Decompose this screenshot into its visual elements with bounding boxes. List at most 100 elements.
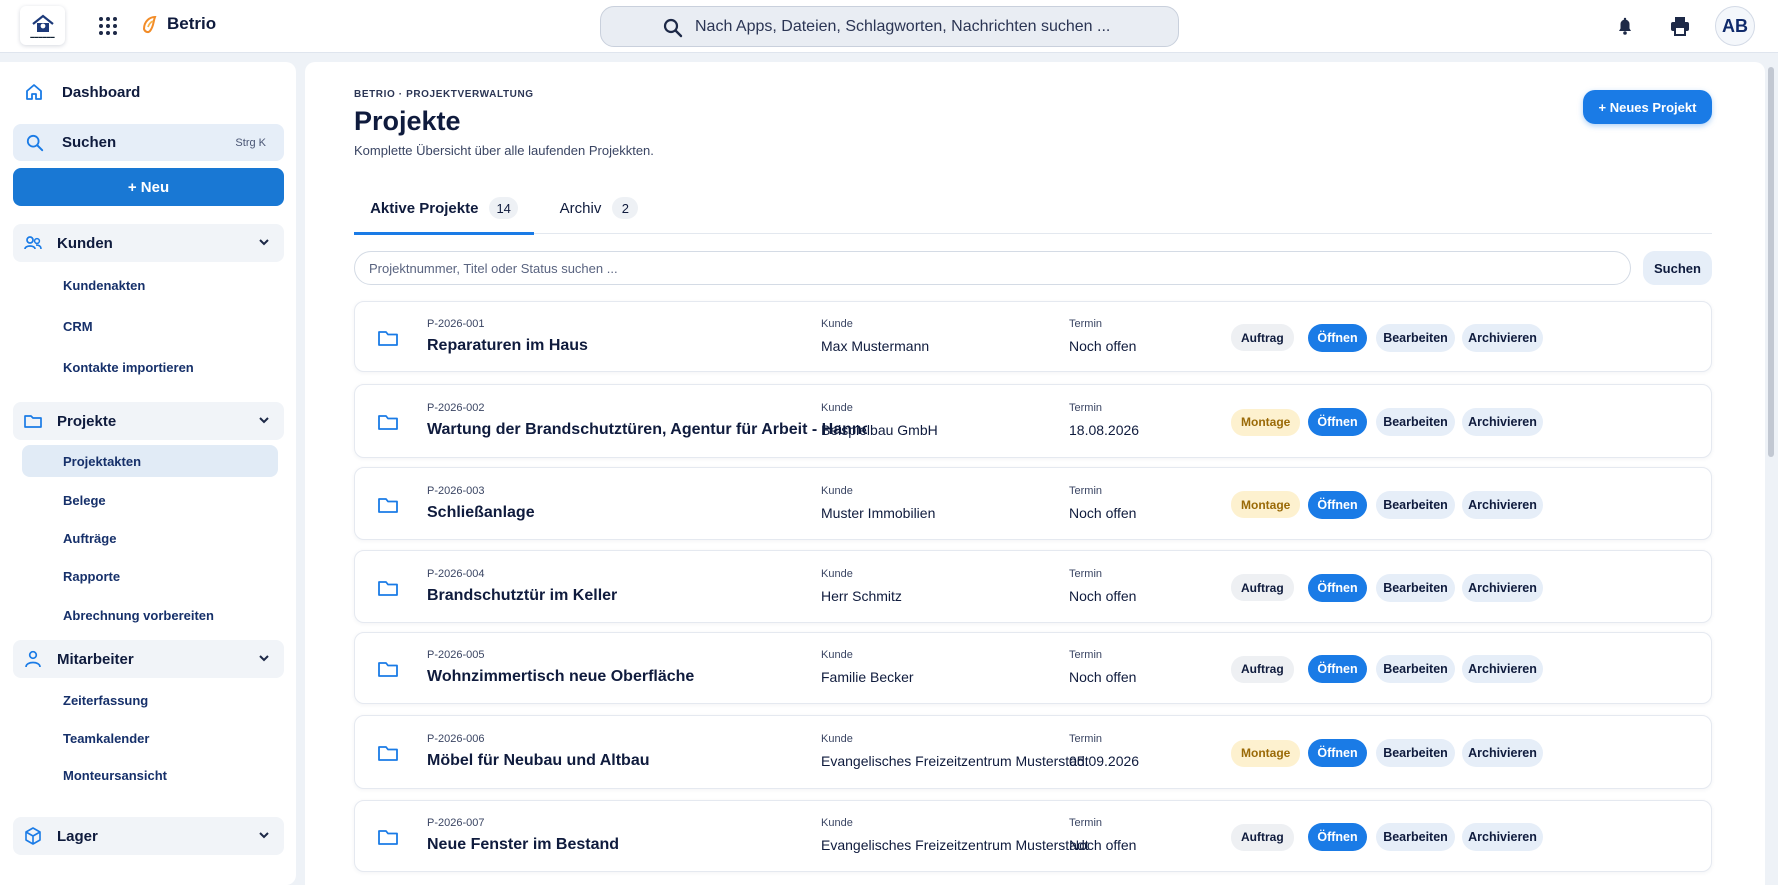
project-row[interactable]: P-2026-007 Neue Fenster im Bestand Kunde Ev…	[354, 800, 1712, 872]
open-button[interactable]: Öffnen	[1308, 655, 1367, 683]
customer-label: Kunde	[821, 733, 853, 745]
project-title: Brandschutztür im Keller	[427, 586, 618, 604]
project-title: Wohnzimmertisch neue Oberfläche	[427, 668, 695, 685]
new-project-button[interactable]: + Neues Projekt	[1583, 90, 1712, 124]
edit-button[interactable]: Bearbeiten	[1376, 739, 1455, 767]
project-row[interactable]: P-2026-005 Wohnzimmertisch neue Oberfläch…	[354, 632, 1712, 704]
customer-name: Herr Schmitz	[821, 587, 902, 604]
sidebar-item-abrechnung[interactable]: Abrechnung vorbereiten	[63, 608, 214, 623]
open-button[interactable]: Öffnen	[1308, 408, 1367, 436]
tab-count-badge: 2	[612, 197, 639, 219]
edit-button[interactable]: Bearbeiten	[1376, 408, 1455, 436]
search-icon	[26, 134, 44, 151]
sidebar-group-projekte[interactable]: Projekte	[13, 402, 284, 440]
sidebar-item-dashboard[interactable]: Dashboard	[24, 82, 140, 102]
users-icon	[24, 236, 42, 250]
sidebar-item-kundenakten[interactable]: Kundenakten	[63, 278, 145, 293]
edit-button[interactable]: Bearbeiten	[1376, 323, 1455, 352]
open-button[interactable]: Öffnen	[1308, 573, 1367, 602]
project-number: P-2026-007	[427, 817, 485, 829]
status-badge: Montage	[1231, 739, 1301, 767]
sidebar-item-belege[interactable]: Belege	[63, 493, 106, 508]
customer-label: Kunde	[821, 817, 853, 829]
customer-label: Kunde	[821, 317, 853, 330]
sidebar-item-rapporte[interactable]: Rapporte	[63, 569, 120, 584]
project-row[interactable]: P-2026-003 Schließanlage Kunde Muster Immob…	[354, 467, 1712, 540]
company-logo[interactable]: ▬▬▬▬▬▬	[20, 6, 65, 45]
customer-name: Beispielbau GmbH	[821, 422, 938, 438]
open-button[interactable]: Öffnen	[1308, 490, 1367, 519]
sidebar-item-auftraege[interactable]: Aufträge	[63, 531, 116, 546]
edit-button[interactable]: Bearbeiten	[1376, 655, 1455, 683]
folder-icon	[378, 662, 398, 677]
tab-count-badge: 14	[489, 197, 518, 219]
status-badge: Montage	[1231, 491, 1301, 518]
project-number: P-2026-001	[427, 317, 485, 330]
archive-button[interactable]: Archivieren	[1462, 323, 1543, 352]
house-logo-icon	[31, 14, 54, 32]
open-button[interactable]: Öffnen	[1308, 323, 1367, 352]
status-badge: Auftrag	[1231, 655, 1294, 683]
project-date: Noch offen	[1069, 669, 1137, 685]
status-badge: Montage	[1231, 408, 1301, 436]
scrollbar[interactable]	[1767, 62, 1775, 885]
archive-button[interactable]: Archivieren	[1462, 823, 1543, 851]
global-search-bar[interactable]: Nach Apps, Dateien, Schlagworten, Nachri…	[600, 6, 1179, 47]
project-row[interactable]: P-2026-006 Möbel für Neubau und Altbau Kun…	[354, 715, 1712, 789]
project-search-input[interactable]	[354, 251, 1631, 285]
sidebar-item-zeiterfassung[interactable]: Zeiterfassung	[63, 693, 148, 708]
user-avatar[interactable]: AB	[1715, 6, 1755, 46]
archive-button[interactable]: Archivieren	[1462, 490, 1543, 519]
sidebar-item-teamkalender[interactable]: Teamkalender	[63, 731, 149, 746]
project-search-button[interactable]: Suchen	[1643, 251, 1712, 285]
home-icon	[26, 84, 42, 100]
scrollbar-thumb[interactable]	[1768, 67, 1774, 457]
archive-button[interactable]: Archivieren	[1462, 408, 1543, 436]
printer-icon[interactable]	[1669, 15, 1691, 37]
new-button[interactable]: + Neu	[13, 168, 284, 206]
archive-button[interactable]: Archivieren	[1462, 739, 1543, 767]
sidebar-group-kunden[interactable]: Kunden	[13, 224, 284, 262]
chevron-down-icon	[259, 832, 269, 839]
edit-button[interactable]: Bearbeiten	[1376, 573, 1455, 602]
brand-logo-icon	[142, 15, 157, 34]
customer-name: Evangelisches Freizeitzentrum Musterstad…	[821, 837, 1089, 853]
open-button[interactable]: Öffnen	[1308, 823, 1367, 851]
tab-aktive-projekte[interactable]: Aktive Projekte 14	[354, 182, 534, 235]
archive-button[interactable]: Archivieren	[1462, 573, 1543, 602]
project-title: Möbel für Neubau und Altbau	[427, 752, 650, 769]
tab-archiv[interactable]: Archiv 2	[549, 182, 649, 234]
chevron-down-icon	[259, 417, 269, 424]
project-row[interactable]: P-2026-004 Brandschutztür im Keller Kunde H…	[354, 550, 1712, 623]
sidebar-item-monteursansicht[interactable]: Monteursansicht	[63, 768, 167, 783]
sidebar-item-kontakte-importieren[interactable]: Kontakte importieren	[63, 360, 194, 375]
bell-icon[interactable]	[1614, 15, 1636, 37]
sidebar: Dashboard Suchen Strg K + Neu Kunden Kun…	[0, 62, 296, 885]
sidebar-search-button[interactable]: Suchen Strg K	[13, 124, 284, 161]
sidebar-item-label: Dashboard	[62, 83, 141, 101]
edit-button[interactable]: Bearbeiten	[1376, 490, 1455, 519]
date-label: Termin	[1069, 567, 1103, 580]
edit-button[interactable]: Bearbeiten	[1376, 823, 1455, 851]
folder-icon	[378, 580, 398, 596]
sidebar-item-projektakten[interactable]: Projektakten	[63, 454, 141, 469]
date-label: Termin	[1069, 649, 1103, 661]
open-button[interactable]: Öffnen	[1308, 739, 1367, 767]
brand[interactable]: Betrio	[140, 14, 216, 34]
archive-button[interactable]: Archivieren	[1462, 655, 1543, 683]
apps-grid-icon[interactable]	[97, 15, 119, 37]
date-label: Termin	[1069, 317, 1103, 330]
project-row[interactable]: P-2026-002 Wartung der Brandschutztüren, …	[354, 384, 1712, 458]
avatar-initials: AB	[1722, 15, 1748, 36]
sidebar-item-crm[interactable]: CRM	[63, 319, 93, 334]
folder-icon	[378, 415, 398, 430]
project-title: Neue Fenster im Bestand	[427, 836, 620, 853]
project-number: P-2026-004	[427, 567, 485, 580]
sidebar-group-lager[interactable]: Lager	[13, 817, 284, 855]
project-title: Reparaturen im Haus	[427, 336, 588, 354]
project-row[interactable]: P-2026-001 Reparaturen im Haus Kunde Max Mu…	[354, 301, 1712, 372]
chevron-down-icon	[259, 655, 269, 662]
project-title: Schließanlage	[427, 503, 535, 521]
breadcrumb: BETRIO · PROJEKTVERWALTUNG	[354, 89, 534, 100]
sidebar-group-mitarbeiter[interactable]: Mitarbeiter	[13, 640, 284, 678]
